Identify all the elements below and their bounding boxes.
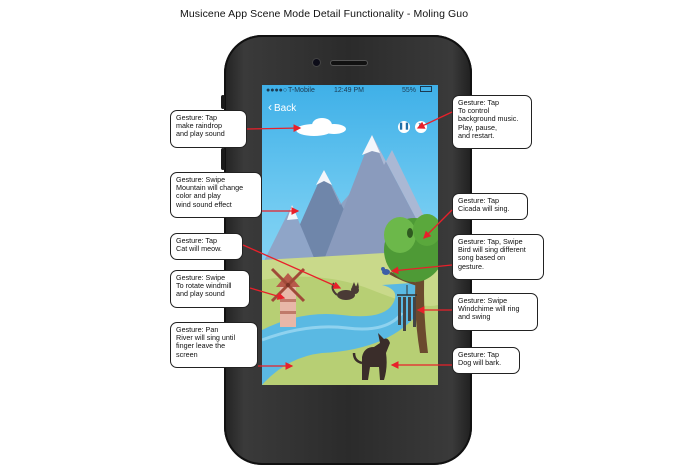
callout-arrows — [242, 111, 453, 370]
arrow-windmill — [249, 287, 286, 300]
arrow-cicada — [423, 209, 453, 239]
arrow-bird — [390, 264, 453, 275]
arrow-music — [416, 111, 453, 129]
arrow-cat — [242, 244, 342, 289]
arrow-raindrop — [246, 124, 302, 133]
